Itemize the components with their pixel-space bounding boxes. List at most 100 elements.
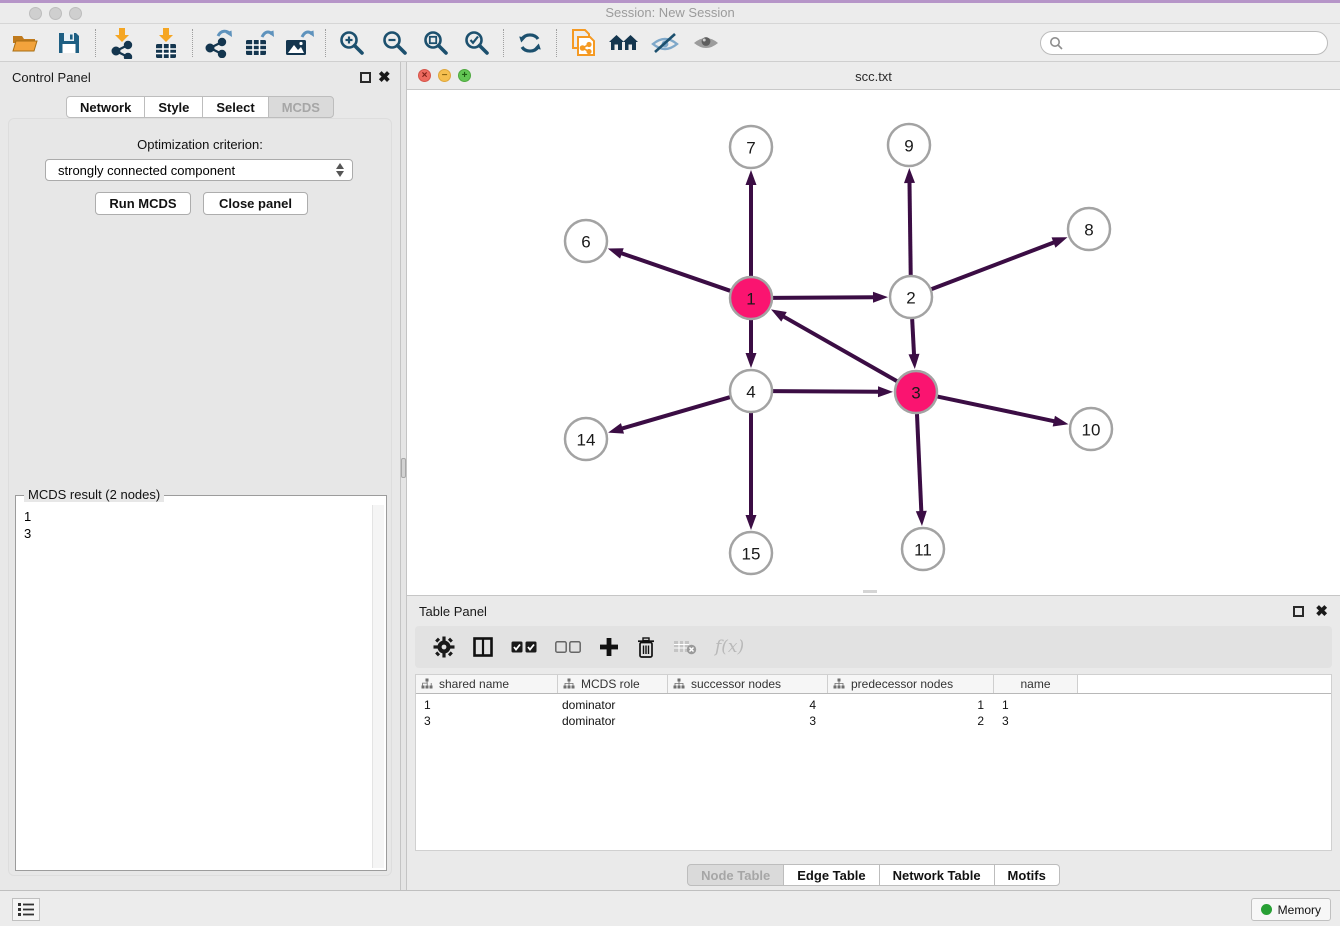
mcds-result-list[interactable]: 1 3 bbox=[18, 505, 372, 868]
graph-edge-arrow bbox=[746, 170, 757, 185]
canvas-resize-handle[interactable] bbox=[863, 590, 877, 593]
graph-edge-3-1[interactable] bbox=[782, 316, 897, 381]
tab-network-table[interactable]: Network Table bbox=[879, 864, 995, 886]
tab-select[interactable]: Select bbox=[202, 96, 268, 118]
columns-icon bbox=[473, 637, 493, 657]
export-image-button[interactable] bbox=[282, 27, 316, 59]
column-header-shared-name[interactable]: shared name bbox=[416, 675, 558, 693]
apply-style-refresh-button[interactable] bbox=[513, 27, 547, 59]
tab-motifs[interactable]: Motifs bbox=[994, 864, 1060, 886]
show-all-networks-button[interactable] bbox=[607, 27, 641, 59]
graph-node-label: 6 bbox=[581, 233, 590, 252]
control-panel-header: Control Panel ✖ bbox=[0, 62, 400, 92]
graph-node-label: 1 bbox=[746, 290, 755, 309]
search-icon bbox=[1049, 36, 1063, 50]
select-all-columns-button[interactable] bbox=[511, 641, 537, 653]
column-header-mcds-role[interactable]: MCDS role bbox=[558, 675, 668, 693]
table-panel-header: Table Panel ✖ bbox=[407, 596, 1340, 626]
graph-edge-arrow bbox=[746, 515, 757, 530]
zoom-selected-icon bbox=[463, 29, 491, 57]
tab-style[interactable]: Style bbox=[144, 96, 203, 118]
memory-button[interactable]: Memory bbox=[1251, 898, 1331, 921]
graph-edge-arrow bbox=[746, 353, 757, 368]
gear-icon bbox=[433, 636, 455, 658]
graph-edge-arrow bbox=[608, 248, 624, 258]
panel-splitter[interactable] bbox=[400, 62, 407, 890]
import-network-button[interactable] bbox=[105, 27, 139, 59]
save-floppy-icon bbox=[57, 31, 81, 55]
show-columns-button[interactable] bbox=[473, 637, 493, 657]
mcds-result-item[interactable]: 1 bbox=[24, 508, 372, 525]
tree-icon bbox=[833, 678, 845, 690]
search-field[interactable] bbox=[1040, 31, 1328, 55]
duplicate-network-button[interactable] bbox=[566, 27, 600, 59]
zoom-selected-button[interactable] bbox=[460, 27, 494, 59]
graph-node-label: 14 bbox=[577, 431, 596, 450]
float-table-panel-button[interactable] bbox=[1293, 606, 1304, 617]
table-row[interactable]: 1 dominator 4 1 1 bbox=[416, 697, 1331, 713]
table-row[interactable]: 3 dominator 3 2 3 bbox=[416, 713, 1331, 729]
checked-boxes-icon bbox=[511, 641, 537, 653]
open-session-button[interactable] bbox=[8, 27, 42, 59]
graph-node-label: 10 bbox=[1082, 421, 1101, 440]
graph-edge-1-2[interactable] bbox=[773, 297, 875, 298]
export-network-button[interactable] bbox=[202, 27, 236, 59]
graph-edge-4-14[interactable] bbox=[621, 397, 730, 429]
status-bar: Memory bbox=[0, 890, 1340, 926]
graph-edge-2-9[interactable] bbox=[909, 181, 910, 275]
column-settings-button[interactable] bbox=[433, 636, 455, 658]
close-panel-icon[interactable]: ✖ bbox=[378, 68, 391, 86]
show-graphics-details-button[interactable] bbox=[689, 27, 723, 59]
network-graph-canvas[interactable]: 7968124314101511 bbox=[407, 90, 1340, 595]
tab-node-table[interactable]: Node Table bbox=[687, 864, 784, 886]
graph-edge-arrow bbox=[909, 354, 920, 369]
graph-edge-2-8[interactable] bbox=[932, 242, 1056, 289]
fx-icon: f(x) bbox=[715, 637, 744, 657]
zoom-out-button[interactable] bbox=[378, 27, 412, 59]
eye-slash-icon bbox=[650, 31, 680, 55]
float-panel-button[interactable] bbox=[360, 72, 371, 83]
export-table-button[interactable] bbox=[242, 27, 276, 59]
zoom-in-button[interactable] bbox=[335, 27, 369, 59]
deselect-all-columns-button[interactable] bbox=[555, 641, 581, 653]
close-table-panel-icon[interactable]: ✖ bbox=[1315, 602, 1328, 620]
mcds-result-item[interactable]: 3 bbox=[24, 525, 372, 542]
column-header-predecessor-nodes[interactable]: predecessor nodes bbox=[828, 675, 994, 693]
close-panel-button[interactable]: Close panel bbox=[203, 192, 308, 215]
control-panel: Control Panel ✖ Network Style Select MCD… bbox=[0, 62, 400, 890]
toolbar-separator bbox=[556, 29, 557, 57]
toolbar-separator bbox=[95, 29, 96, 57]
task-history-button[interactable] bbox=[12, 898, 40, 921]
trash-icon bbox=[637, 637, 655, 658]
graph-edge-1-6[interactable] bbox=[620, 253, 730, 291]
tab-edge-table[interactable]: Edge Table bbox=[783, 864, 879, 886]
create-column-button[interactable] bbox=[599, 637, 619, 657]
hide-graphics-details-button[interactable] bbox=[648, 27, 682, 59]
control-panel-tabs: Network Style Select MCDS bbox=[0, 96, 400, 118]
search-input[interactable] bbox=[1068, 36, 1327, 50]
delete-column-button[interactable] bbox=[637, 637, 655, 658]
graph-edge-2-3[interactable] bbox=[912, 319, 914, 356]
criterion-select[interactable]: strongly connected component bbox=[45, 159, 353, 181]
zoom-in-icon bbox=[338, 29, 366, 57]
graph-edge-3-10[interactable] bbox=[938, 397, 1056, 422]
graph-edge-3-11[interactable] bbox=[917, 414, 921, 513]
graph-edge-4-3[interactable] bbox=[773, 391, 880, 392]
delete-table-button[interactable] bbox=[673, 639, 697, 655]
tab-mcds[interactable]: MCDS bbox=[268, 96, 334, 118]
tree-icon bbox=[421, 678, 433, 690]
title-bar: Session: New Session bbox=[0, 0, 1340, 24]
graph-edge-arrow bbox=[1053, 416, 1069, 427]
save-session-button[interactable] bbox=[52, 27, 86, 59]
run-mcds-button[interactable]: Run MCDS bbox=[95, 192, 191, 215]
tab-network[interactable]: Network bbox=[66, 96, 145, 118]
window-title: Session: New Session bbox=[0, 5, 1340, 20]
fit-content-button[interactable] bbox=[419, 27, 453, 59]
function-builder-button[interactable]: f(x) bbox=[715, 637, 744, 657]
result-scrollbar[interactable] bbox=[372, 505, 384, 868]
splitter-handle[interactable] bbox=[401, 458, 406, 478]
column-header-name[interactable]: name bbox=[994, 675, 1078, 693]
import-table-button[interactable] bbox=[149, 27, 183, 59]
optimization-criterion-label: Optimization criterion: bbox=[9, 137, 391, 152]
column-header-successor-nodes[interactable]: successor nodes bbox=[668, 675, 828, 693]
